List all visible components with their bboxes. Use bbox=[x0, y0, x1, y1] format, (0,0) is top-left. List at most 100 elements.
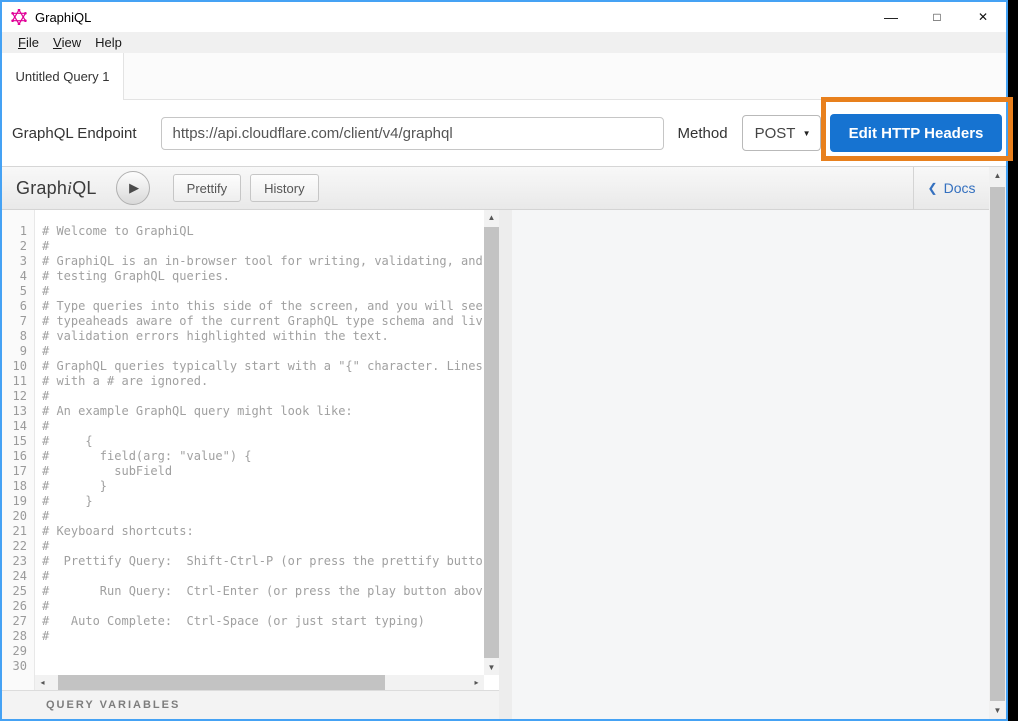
horizontal-scroll-thumb[interactable] bbox=[58, 675, 385, 690]
maximize-button[interactable]: □ bbox=[914, 2, 960, 32]
graphiql-embed: GraphiQL ▶ Prettify History ❮ Docs bbox=[2, 166, 1006, 719]
edit-http-headers-button[interactable]: Edit HTTP Headers bbox=[830, 114, 1002, 152]
scroll-up-icon[interactable]: ▲ bbox=[484, 210, 499, 225]
query-editor-column: 1234567891011121314151617181920212223242… bbox=[2, 210, 499, 719]
line-number: 18 bbox=[2, 479, 34, 494]
pane-divider[interactable] bbox=[499, 210, 512, 719]
code-line[interactable]: # Run Query: Ctrl-Enter (or press the pl… bbox=[42, 584, 499, 599]
code-line[interactable]: # bbox=[42, 569, 499, 584]
prettify-button[interactable]: Prettify bbox=[173, 174, 241, 202]
menu-help[interactable]: Help bbox=[88, 32, 129, 53]
page-scroll-thumb[interactable] bbox=[990, 187, 1005, 701]
docs-button[interactable]: ❮ Docs bbox=[928, 180, 976, 196]
line-number: 7 bbox=[2, 314, 34, 329]
line-number: 20 bbox=[2, 509, 34, 524]
editor-code[interactable]: # Welcome to GraphiQL## GraphiQL is an i… bbox=[35, 210, 499, 690]
line-number: 29 bbox=[2, 644, 34, 659]
tab-label: Untitled Query 1 bbox=[16, 69, 110, 84]
menubar: File View Help bbox=[2, 32, 1006, 53]
code-line[interactable]: # subField bbox=[42, 464, 499, 479]
line-number: 30 bbox=[2, 659, 34, 674]
line-number: 16 bbox=[2, 449, 34, 464]
line-number: 19 bbox=[2, 494, 34, 509]
run-query-button[interactable]: ▶ bbox=[116, 171, 150, 205]
endpoint-label: GraphQL Endpoint bbox=[12, 125, 137, 142]
code-line[interactable]: # Auto Complete: Ctrl-Space (or just sta… bbox=[42, 614, 499, 629]
code-line[interactable]: # bbox=[42, 599, 499, 614]
code-line[interactable]: # field(arg: "value") { bbox=[42, 449, 499, 464]
scroll-left-icon[interactable]: ◂ bbox=[35, 675, 50, 690]
code-line[interactable]: # Type queries into this side of the scr… bbox=[42, 299, 499, 314]
line-number: 10 bbox=[2, 359, 34, 374]
close-button[interactable]: ✕ bbox=[960, 2, 1006, 32]
scroll-down-icon[interactable]: ▼ bbox=[484, 660, 499, 675]
docs-label: Docs bbox=[944, 180, 976, 196]
docs-section: ❮ Docs bbox=[913, 167, 989, 209]
tab-untitled-query-1[interactable]: Untitled Query 1 bbox=[2, 53, 124, 100]
menu-file[interactable]: File bbox=[11, 32, 46, 53]
code-line[interactable]: # GraphiQL is an in-browser tool for wri… bbox=[42, 254, 499, 269]
line-number: 26 bbox=[2, 599, 34, 614]
line-number: 13 bbox=[2, 404, 34, 419]
minimize-button[interactable]: — bbox=[868, 2, 914, 32]
code-line[interactable]: # An example GraphQL query might look li… bbox=[42, 404, 499, 419]
editor-panes: 1234567891011121314151617181920212223242… bbox=[2, 210, 989, 719]
line-number: 6 bbox=[2, 299, 34, 314]
code-line[interactable]: # Welcome to GraphiQL bbox=[42, 224, 499, 239]
code-line[interactable] bbox=[42, 659, 499, 674]
line-number: 25 bbox=[2, 584, 34, 599]
code-line[interactable]: # bbox=[42, 629, 499, 644]
method-label: Method bbox=[678, 125, 728, 142]
graphiql-main: GraphiQL ▶ Prettify History ❮ Docs bbox=[2, 167, 989, 719]
graphiql-logo-icon bbox=[11, 9, 27, 25]
line-number: 15 bbox=[2, 434, 34, 449]
query-editor[interactable]: 1234567891011121314151617181920212223242… bbox=[2, 210, 499, 690]
scroll-right-icon[interactable]: ▸ bbox=[469, 675, 484, 690]
page-vertical-scrollbar[interactable]: ▲ ▼ bbox=[989, 167, 1006, 719]
endpoint-input[interactable] bbox=[161, 117, 664, 150]
code-line[interactable]: # with a # are ignored. bbox=[42, 374, 499, 389]
menu-view[interactable]: View bbox=[46, 32, 88, 53]
scroll-up-icon[interactable]: ▲ bbox=[989, 167, 1006, 184]
line-number: 9 bbox=[2, 344, 34, 359]
chevron-down-icon: ▼ bbox=[803, 129, 811, 138]
result-pane bbox=[512, 210, 989, 719]
method-value: POST bbox=[755, 125, 796, 142]
line-number: 17 bbox=[2, 464, 34, 479]
code-line[interactable]: # bbox=[42, 389, 499, 404]
window-controls: — □ ✕ bbox=[868, 2, 1006, 32]
line-number: 12 bbox=[2, 389, 34, 404]
code-line[interactable]: # bbox=[42, 344, 499, 359]
line-number: 23 bbox=[2, 554, 34, 569]
editor-horizontal-scrollbar[interactable]: ◂ ▸ bbox=[35, 675, 484, 690]
code-line[interactable]: # Prettify Query: Shift-Ctrl-P (or press… bbox=[42, 554, 499, 569]
history-button[interactable]: History bbox=[250, 174, 318, 202]
line-number: 28 bbox=[2, 629, 34, 644]
line-number: 1 bbox=[2, 224, 34, 239]
vertical-scroll-thumb[interactable] bbox=[484, 227, 499, 658]
line-number: 21 bbox=[2, 524, 34, 539]
code-line[interactable]: # validation errors highlighted within t… bbox=[42, 329, 499, 344]
code-line[interactable]: # bbox=[42, 239, 499, 254]
code-line[interactable]: # testing GraphQL queries. bbox=[42, 269, 499, 284]
code-line[interactable]: # bbox=[42, 509, 499, 524]
code-line[interactable]: # bbox=[42, 539, 499, 554]
editor-vertical-scrollbar[interactable]: ▲ ▼ bbox=[484, 210, 499, 675]
query-variables-bar[interactable]: QUERY VARIABLES bbox=[2, 690, 499, 719]
code-line[interactable]: # Keyboard shortcuts: bbox=[42, 524, 499, 539]
code-line[interactable]: # } bbox=[42, 494, 499, 509]
play-icon: ▶ bbox=[129, 180, 139, 196]
code-line[interactable]: # GraphQL queries typically start with a… bbox=[42, 359, 499, 374]
endpoint-row: GraphQL Endpoint Method POST ▼ Edit HTTP… bbox=[2, 100, 1006, 166]
tab-strip-empty-area bbox=[124, 53, 1006, 100]
code-line[interactable]: # } bbox=[42, 479, 499, 494]
scroll-down-icon[interactable]: ▼ bbox=[989, 702, 1006, 719]
code-line[interactable]: # typeaheads aware of the current GraphQ… bbox=[42, 314, 499, 329]
code-line[interactable]: # bbox=[42, 419, 499, 434]
code-line[interactable]: # { bbox=[42, 434, 499, 449]
code-line[interactable]: # bbox=[42, 284, 499, 299]
line-number: 4 bbox=[2, 269, 34, 284]
method-select[interactable]: POST ▼ bbox=[742, 115, 821, 151]
titlebar[interactable]: GraphiQL — □ ✕ bbox=[2, 2, 1006, 32]
code-line[interactable] bbox=[42, 644, 499, 659]
